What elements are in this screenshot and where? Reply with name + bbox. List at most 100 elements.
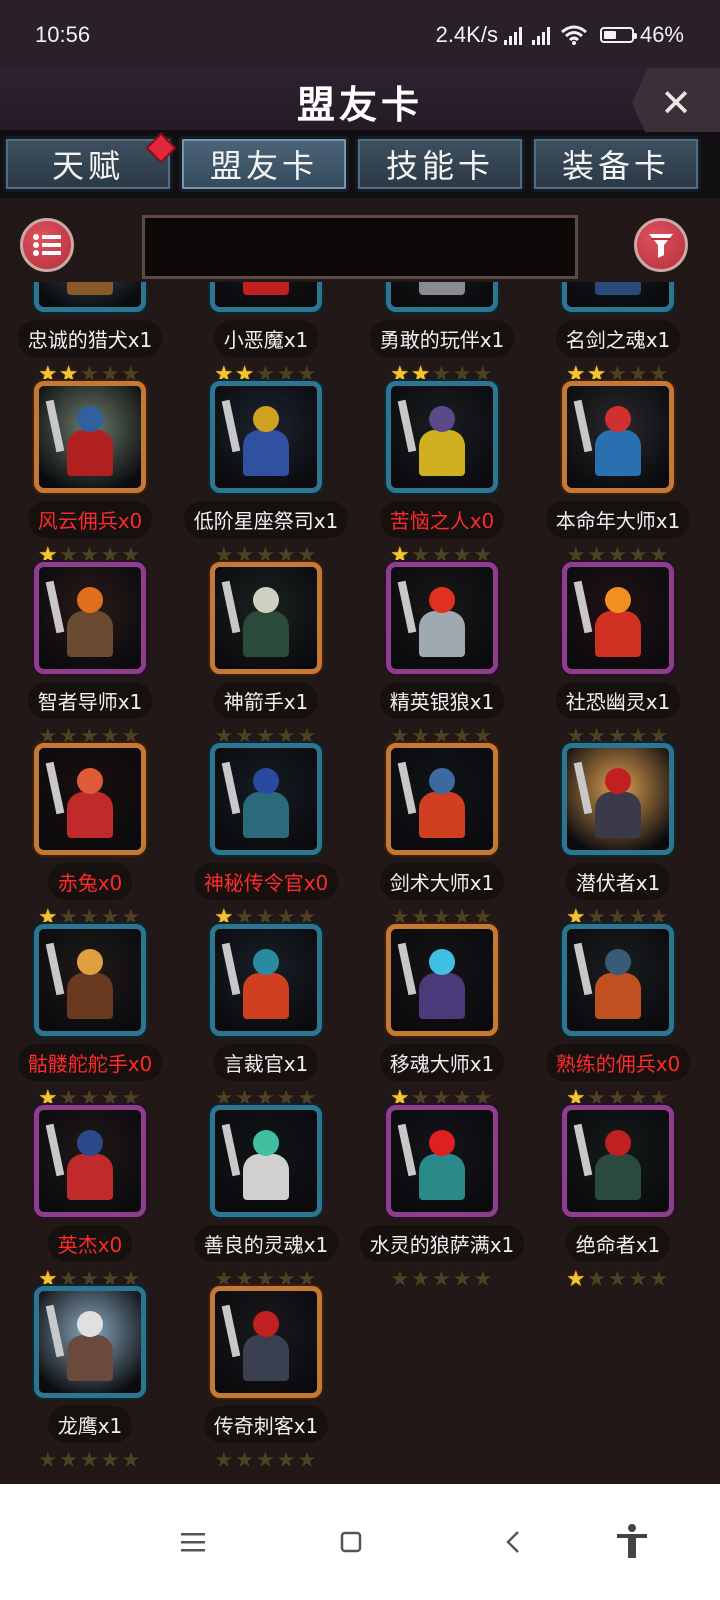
card-name-row: 剑术大师x1 (352, 855, 532, 907)
filter-button[interactable] (634, 218, 688, 272)
ally-card[interactable]: ★ ★ ★ ★ ★ 苦恼之人x0 (352, 381, 532, 567)
card-name-row: 熟练的佣兵x0 (528, 1036, 708, 1088)
card-portrait (34, 1105, 146, 1217)
ally-card[interactable]: ★ ★ ★ ★ ★ 忠诚的猎犬x1 (0, 282, 180, 386)
tab-talent[interactable]: 天赋 (3, 132, 177, 192)
card-name: 忠诚的猎犬x1 (17, 319, 163, 357)
ally-card[interactable]: ★ ★ ★ ★ ★ 本命年大师x1 (528, 381, 708, 567)
close-button[interactable]: ✕ (632, 68, 720, 138)
card-name-row: 本命年大师x1 (528, 493, 708, 545)
card-name: 勇敢的玩伴x1 (369, 319, 515, 357)
ally-card[interactable]: ★ ★ ★ ★ ★ 龙鹰x1 (0, 1286, 180, 1473)
star-rating: ★ ★ ★ ★ ★ (566, 1269, 669, 1291)
card-name-row: 低阶星座祭司x1 (176, 493, 356, 545)
portrait-figure-head (605, 1130, 631, 1156)
card-portrait (210, 282, 322, 312)
portrait-figure-body (595, 792, 641, 838)
card-name: 潜伏者x1 (565, 862, 671, 900)
card-name: 神箭手x1 (213, 681, 319, 719)
portrait-figure-head (429, 587, 455, 613)
ally-card[interactable]: ★ ★ ★ ★ ★ 熟练的佣兵x0 (528, 924, 708, 1110)
accessibility-button[interactable] (612, 1522, 652, 1562)
card-name-row: 神箭手x1 (176, 674, 356, 726)
portrait-figure-body (243, 792, 289, 838)
nav-back-button[interactable] (493, 1522, 533, 1562)
portrait-figure-head (77, 406, 103, 432)
ally-card[interactable]: ★ ★ ★ ★ ★ 低阶星座祭司x1 (176, 381, 356, 567)
ally-card[interactable]: ★ ★ ★ ★ ★ 赤兔x0 (0, 743, 180, 929)
card-name-row: 忠诚的猎犬x1 (0, 312, 180, 364)
ally-card[interactable]: ★ ★ ★ ★ ★ 勇敢的玩伴x1 (352, 282, 532, 386)
portrait-figure-head (253, 768, 279, 794)
ally-card[interactable]: ★ ★ ★ ★ ★ 潜伏者x1 (528, 743, 708, 929)
star-icon: ★ (607, 1267, 628, 1292)
card-name-row: 赤兔x0 (0, 855, 180, 907)
portrait-figure-head (605, 587, 631, 613)
title-bar: 盟友卡 ✕ (0, 68, 720, 138)
star-icon: ★ (472, 1267, 493, 1292)
ally-card[interactable]: ★ ★ ★ ★ ★ 传奇刺客x1 (176, 1286, 356, 1472)
portrait-figure-body (243, 430, 289, 476)
ally-card[interactable]: ★ ★ ★ ★ ★ 智者导师x1 (0, 562, 180, 748)
ally-card[interactable]: ★ ★ ★ ★ ★ 水灵的狼萨满x1 (352, 1105, 532, 1292)
portrait-figure-head (253, 406, 279, 432)
portrait-figure-body (243, 1335, 289, 1381)
battery-icon (599, 27, 637, 43)
portrait-figure-head (253, 1311, 279, 1337)
card-name: 水灵的狼萨满x1 (359, 1224, 525, 1262)
ally-card[interactable]: ★ ★ ★ ★ ★ 精英银狼x1 (352, 562, 532, 748)
tab-equipment-cards[interactable]: 装备卡 (531, 136, 701, 192)
card-name-row: 风云佣兵x0 (0, 493, 180, 545)
ally-card[interactable]: ★ ★ ★ ★ ★ 善良的灵魂x1 (176, 1105, 356, 1291)
ally-card[interactable]: ★ ★ ★ ★ ★ 社恐幽灵x1 (528, 562, 708, 748)
card-name-row: 智者导师x1 (0, 674, 180, 726)
ally-card[interactable]: ★ ★ ★ ★ ★ 小恶魔x1 (176, 282, 356, 386)
ally-card[interactable]: ★ ★ ★ ★ ★ 言裁官x1 (176, 924, 356, 1110)
portrait-figure-head (429, 406, 455, 432)
tab-skill-cards[interactable]: 技能卡 (355, 136, 525, 192)
card-name-row: 水灵的狼萨满x1 (352, 1217, 532, 1269)
portrait-figure-head (429, 768, 455, 794)
card-portrait (34, 1286, 146, 1398)
ally-card[interactable]: ★ ★ ★ ★ ★ 剑术大师x1 (352, 743, 532, 929)
nav-menu-button[interactable] (173, 1522, 213, 1562)
nav-home-button[interactable] (331, 1522, 371, 1562)
card-name: 传奇刺客x1 (203, 1405, 329, 1443)
ally-card[interactable]: ★ ★ ★ ★ ★ 英杰x0 (0, 1105, 180, 1291)
portrait-figure-body (595, 1154, 641, 1200)
ally-card[interactable]: ★ ★ ★ ★ ★ 名剑之魂x1 (528, 282, 708, 386)
ally-card[interactable]: ★ ★ ★ ★ ★ 风云佣兵x0 (0, 381, 180, 567)
list-menu-button[interactable] (20, 218, 74, 272)
ally-card[interactable]: ★ ★ ★ ★ ★ 神秘传令官x0 (176, 743, 356, 929)
tab-ally-cards[interactable]: 盟友卡 (179, 136, 349, 192)
portrait-figure-head (253, 1130, 279, 1156)
card-name: 骷髅舵舵手x0 (17, 1043, 163, 1081)
status-time: 10:56 (35, 22, 91, 47)
portrait-figure-body (67, 792, 113, 838)
ally-card[interactable]: ★ ★ ★ ★ ★ 骷髅舵舵手x0 (0, 924, 180, 1110)
ally-card[interactable]: ★ ★ ★ ★ ★ 绝命者x1 (528, 1105, 708, 1291)
star-icon: ★ (38, 1448, 58, 1473)
portrait-figure-body (243, 611, 289, 657)
card-grid-viewport[interactable]: ★ ★ ★ ★ ★ 忠诚的猎犬x1 ★ ★ ★ ★ ★ 小恶魔x1 ★ ★ ★ ★ ★ 勇敢的玩伴x1 ★ ★ ★ ★ ★ 名… (0, 282, 720, 1508)
card-name-row: 移魂大师x1 (352, 1036, 532, 1088)
ally-card[interactable]: ★ ★ ★ ★ ★ 移魂大师x1 (352, 924, 532, 1110)
portrait-figure-body (419, 973, 465, 1019)
portrait-figure-head (77, 768, 103, 794)
card-name-row: 言裁官x1 (176, 1036, 356, 1088)
portrait-figure-body (67, 611, 113, 657)
page-title: 盟友卡 (296, 83, 423, 127)
card-name-row: 善良的灵魂x1 (176, 1217, 356, 1269)
accessibility-icon (617, 1524, 647, 1558)
star-icon: ★ (390, 1267, 410, 1292)
card-name: 剑术大师x1 (379, 862, 505, 900)
system-nav-bar (0, 1484, 720, 1600)
search-input[interactable] (142, 215, 578, 279)
portrait-figure-body (595, 611, 641, 657)
star-icon: ★ (452, 1267, 472, 1292)
star-icon: ★ (628, 1267, 648, 1292)
ally-card[interactable]: ★ ★ ★ ★ ★ 神箭手x1 (176, 562, 356, 748)
tab-label: 盟友卡 (209, 147, 318, 185)
card-name-row: 神秘传令官x0 (176, 855, 356, 907)
card-name-row: 传奇刺客x1 (176, 1398, 356, 1450)
